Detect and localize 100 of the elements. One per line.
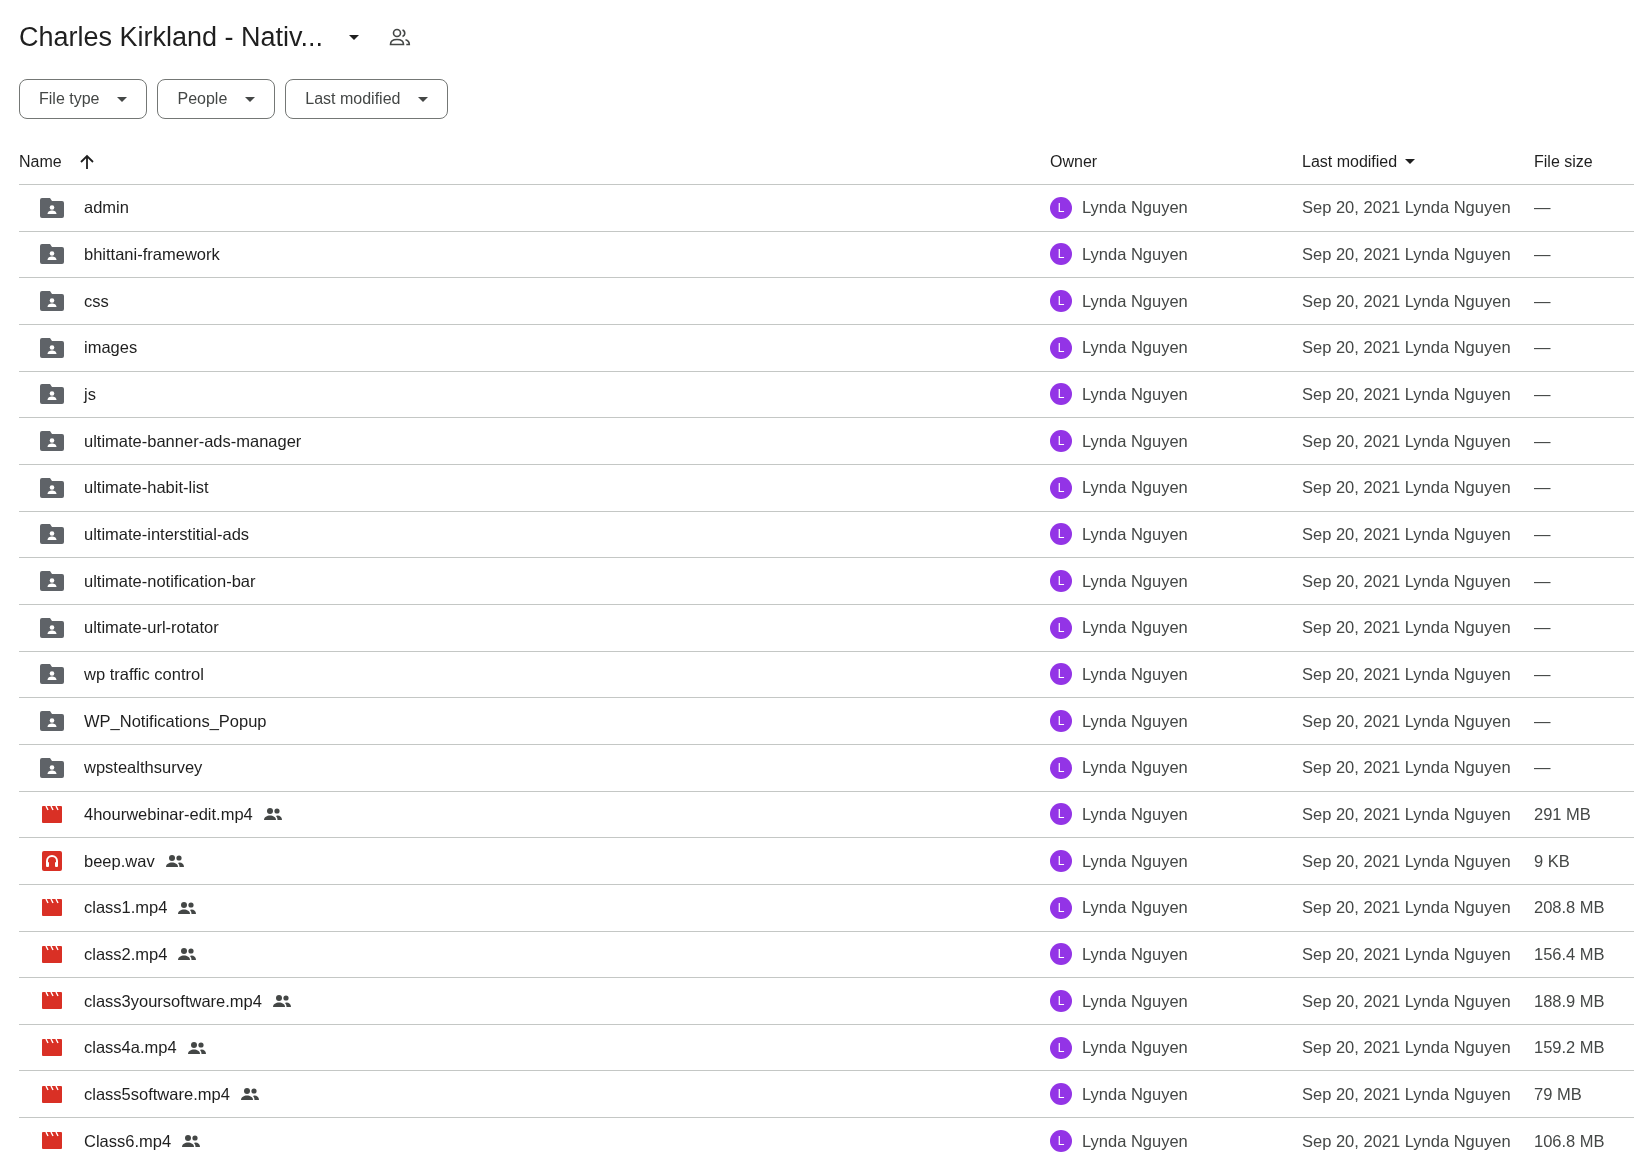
people-icon: [186, 1040, 207, 1055]
filter-chip[interactable]: Last modified: [285, 79, 449, 119]
modified-text: Sep 20, 2021 Lynda Nguyen: [1302, 943, 1512, 965]
film-clapper-icon: [42, 1132, 62, 1150]
film-clapper-icon: [42, 1039, 62, 1057]
file-name[interactable]: 4hourwebinar-edit.mp4: [84, 802, 253, 827]
folder-person-icon: [40, 664, 64, 685]
modified-text: Sep 20, 2021 Lynda Nguyen: [1302, 710, 1512, 732]
modified-text: Sep 20, 2021 Lynda Nguyen: [1302, 850, 1512, 872]
modified-text: Sep 20, 2021 Lynda Nguyen: [1302, 617, 1512, 639]
file-size: —: [1534, 244, 1552, 266]
file-name[interactable]: wpstealthsurvey: [84, 755, 203, 781]
sort-descending-caret-icon[interactable]: [1405, 159, 1416, 164]
column-header[interactable]: Owner: [1050, 149, 1098, 174]
modified-text: Sep 20, 2021 Lynda Nguyen: [1302, 897, 1512, 919]
file-name[interactable]: ultimate-interstitial-ads: [84, 522, 250, 547]
file-name[interactable]: beep.wav: [84, 848, 155, 874]
file-name[interactable]: images: [84, 335, 138, 361]
modified-text: Sep 20, 2021 Lynda Nguyen: [1302, 197, 1512, 219]
file-name[interactable]: ultimate-notification-bar: [84, 568, 256, 594]
owner-name: Lynda Nguyen: [1082, 290, 1188, 312]
column-header[interactable]: File size: [1534, 149, 1593, 174]
modified-text: Sep 20, 2021 Lynda Nguyen: [1302, 664, 1512, 685]
file-size: 291 MB: [1534, 804, 1592, 825]
owner-avatar: L: [1050, 710, 1072, 733]
people-icon: [239, 1087, 260, 1102]
filter-chip[interactable]: People: [157, 79, 276, 119]
filter-chip[interactable]: File type: [19, 79, 148, 119]
folder-person-icon: [40, 571, 64, 592]
file-name[interactable]: bhittani-framework: [84, 242, 220, 267]
folder-person-icon: [40, 477, 64, 498]
caret-icon: [117, 96, 128, 102]
owner-avatar: L: [1050, 476, 1072, 499]
file-name[interactable]: class5software.mp4: [84, 1081, 230, 1107]
modified-text: Sep 20, 2021 Lynda Nguyen: [1302, 290, 1512, 312]
column-header[interactable]: Name: [19, 149, 62, 174]
file-size: 106.8 MB: [1534, 1130, 1606, 1152]
file-name[interactable]: ultimate-banner-ads-manager: [84, 428, 302, 454]
file-name[interactable]: css: [84, 288, 109, 314]
file-size: —: [1534, 524, 1552, 546]
owner-avatar: L: [1050, 663, 1072, 686]
file-name[interactable]: js: [84, 382, 96, 407]
owner-avatar: L: [1050, 850, 1072, 872]
owner-name: Lynda Nguyen: [1082, 897, 1188, 919]
folder-person-icon: [40, 617, 64, 638]
column-header[interactable]: Last modified: [1302, 149, 1398, 174]
headphones-icon: [42, 851, 62, 871]
file-name[interactable]: ultimate-habit-list: [84, 475, 209, 501]
people-icon: [177, 947, 198, 962]
folder-person-icon: [40, 757, 64, 778]
modified-text: Sep 20, 2021 Lynda Nguyen: [1302, 244, 1512, 266]
file-name[interactable]: ultimate-url-rotator: [84, 615, 219, 641]
file-name[interactable]: class2.mp4: [84, 941, 168, 967]
share-people-icon[interactable]: [389, 28, 412, 46]
film-clapper-icon: [42, 1085, 62, 1103]
owner-name: Lynda Nguyen: [1082, 1037, 1188, 1059]
file-name[interactable]: class1.mp4: [84, 895, 168, 921]
file-size: 9 KB: [1534, 850, 1571, 872]
caret-icon: [349, 34, 360, 40]
people-icon: [177, 900, 198, 915]
owner-avatar: L: [1050, 430, 1072, 453]
owner-name: Lynda Nguyen: [1082, 197, 1188, 219]
file-name[interactable]: Class6.mp4: [84, 1128, 172, 1154]
file-name[interactable]: class3yoursoftware.mp4: [84, 988, 262, 1014]
owner-name: Lynda Nguyen: [1082, 524, 1188, 546]
file-name[interactable]: class4a.mp4: [84, 1035, 177, 1060]
owner-name: Lynda Nguyen: [1082, 477, 1188, 499]
sort-ascending-arrow-icon[interactable]: [79, 153, 94, 170]
owner-avatar: L: [1050, 756, 1072, 779]
owner-avatar: L: [1050, 896, 1072, 919]
file-size: —: [1534, 290, 1552, 312]
owner-name: Lynda Nguyen: [1082, 384, 1188, 406]
film-clapper-icon: [42, 899, 62, 917]
owner-name: Lynda Nguyen: [1082, 990, 1188, 1012]
file-size: —: [1534, 197, 1552, 219]
film-clapper-icon: [42, 945, 62, 963]
folder-person-icon: [40, 431, 64, 452]
file-size: —: [1534, 710, 1552, 732]
owner-name: Lynda Nguyen: [1082, 664, 1188, 685]
owner-name: Lynda Nguyen: [1082, 337, 1188, 359]
folder-person-icon: [40, 711, 64, 732]
file-name[interactable]: WP_Notifications_Popup: [84, 708, 267, 734]
folder-person-icon: [40, 384, 64, 405]
owner-name: Lynda Nguyen: [1082, 617, 1188, 639]
folder-title: Charles Kirkland - Nativ...: [19, 20, 324, 54]
modified-text: Sep 20, 2021 Lynda Nguyen: [1302, 570, 1512, 592]
file-size: —: [1534, 384, 1552, 406]
owner-avatar: L: [1050, 943, 1072, 966]
file-size: 208.8 MB: [1534, 897, 1606, 919]
modified-text: Sep 20, 2021 Lynda Nguyen: [1302, 477, 1512, 499]
file-name[interactable]: wp traffic control: [84, 662, 204, 687]
file-size: —: [1534, 337, 1552, 359]
owner-avatar: L: [1050, 570, 1072, 593]
file-name[interactable]: admin: [84, 195, 129, 221]
owner-name: Lynda Nguyen: [1082, 943, 1188, 965]
file-size: —: [1534, 617, 1552, 639]
owner-avatar: L: [1050, 990, 1072, 1012]
modified-text: Sep 20, 2021 Lynda Nguyen: [1302, 430, 1512, 452]
owner-avatar: L: [1050, 243, 1072, 266]
owner-avatar: L: [1050, 290, 1072, 313]
